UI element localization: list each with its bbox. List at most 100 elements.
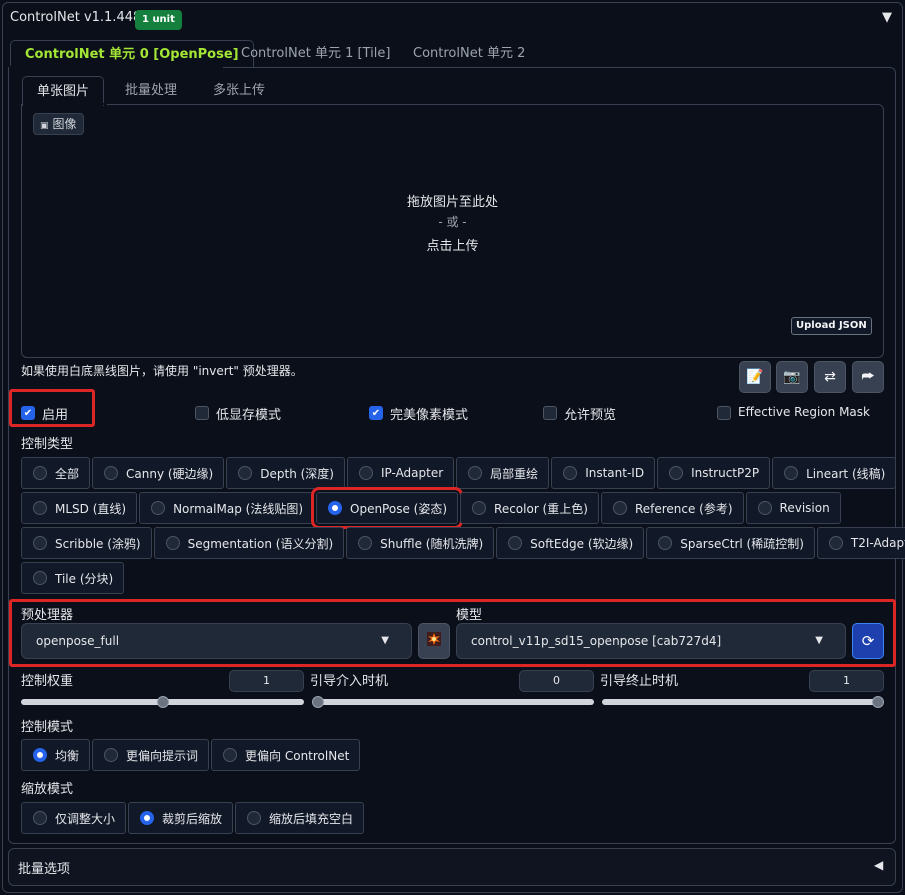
- radio-label: 缩放后填充空白: [269, 811, 354, 826]
- control-mode-option[interactable]: 更偏向 ControlNet: [211, 739, 361, 771]
- chevron-down-icon: ▼: [381, 635, 389, 646]
- tab-single-image[interactable]: 单张图片: [22, 76, 105, 106]
- control-type-option[interactable]: Canny (硬边缘): [92, 457, 225, 489]
- radio-label: Instant-ID: [585, 466, 645, 480]
- radio-indicator: [247, 811, 262, 825]
- click-upload-text[interactable]: 点击上传: [21, 235, 884, 254]
- batch-options-accordion[interactable]: [8, 848, 896, 886]
- panel-title[interactable]: ControlNet v1.1.448: [10, 10, 141, 25]
- control-type-option[interactable]: Revision: [745, 492, 841, 524]
- send-icon[interactable]: ⮫: [852, 361, 884, 393]
- tab-unit-0[interactable]: ControlNet 单元 0 [OpenPose]: [10, 40, 254, 67]
- caret-down-icon[interactable]: ▼: [882, 10, 892, 25]
- radio-label: 局部重绘: [490, 466, 539, 481]
- preprocessor-dropdown[interactable]: openpose_full ▼: [21, 623, 412, 659]
- preprocessor-value: openpose_full: [36, 634, 120, 648]
- control-type-label: 控制类型: [21, 437, 74, 452]
- control-type-option[interactable]: Recolor (重上色): [460, 492, 599, 524]
- tab-multi-upload[interactable]: 多张上传: [213, 76, 265, 106]
- control-mode-option[interactable]: 均衡: [21, 739, 91, 771]
- control-type-option[interactable]: IP-Adapter: [346, 457, 455, 489]
- radio-indicator: [757, 501, 772, 515]
- tab-unit-2[interactable]: ControlNet 单元 2: [413, 40, 525, 67]
- control-mode-label: 控制模式: [21, 720, 74, 735]
- resize-mode-radio-group: 仅调整大小 裁剪后缩放 缩放后填充空白: [21, 802, 365, 834]
- radio-label: IP-Adapter: [380, 466, 444, 480]
- start-step-label: 引导介入时机: [310, 674, 389, 689]
- image-icon: ▣: [40, 121, 49, 131]
- control-type-option[interactable]: T2I-Adapter: [816, 527, 905, 559]
- control-type-option[interactable]: SparseCtrl (稀疏控制): [646, 527, 815, 559]
- model-dropdown[interactable]: control_v11p_sd15_openpose [cab727d4] ▼: [456, 623, 846, 659]
- radio-label: InstructP2P: [691, 466, 760, 480]
- tab-batch[interactable]: 批量处理: [125, 76, 177, 106]
- image-label: ▣ 图像: [33, 113, 84, 135]
- radio-label: Depth (深度): [260, 466, 334, 481]
- end-step-input[interactable]: 1: [809, 670, 884, 692]
- explosion-icon: [426, 631, 442, 651]
- control-type-option[interactable]: Shuffle (随机洗牌): [346, 527, 495, 559]
- model-value: control_v11p_sd15_openpose [cab727d4]: [471, 634, 722, 648]
- resize-mode-option[interactable]: 缩放后填充空白: [235, 802, 365, 834]
- control-mode-radio-group: 均衡 更偏向提示词 更偏向 ControlNet: [21, 739, 361, 771]
- control-type-row: 全部 Canny (硬边缘) Depth (深度) IP-Adapter 局部重绘 Ins…: [21, 457, 897, 489]
- run-preprocessor-button[interactable]: [418, 623, 450, 659]
- radio-indicator: [33, 811, 47, 825]
- lowvram-label: 低显存模式: [216, 408, 282, 423]
- start-step-input[interactable]: 0: [519, 670, 594, 692]
- radio-indicator: [33, 466, 47, 480]
- edit-icon[interactable]: 📝: [739, 361, 771, 393]
- camera-icon[interactable]: 📷: [776, 361, 808, 393]
- control-mode-option[interactable]: 更偏向提示词: [92, 739, 210, 771]
- radio-indicator: [358, 536, 373, 550]
- control-type-option[interactable]: Reference (参考): [600, 492, 744, 524]
- invert-hint: 如果使用白底黑线图片，请使用 "invert" 预处理器。: [21, 364, 303, 378]
- region-mask-checkbox[interactable]: [717, 406, 731, 420]
- chevron-down-icon: ▼: [815, 635, 823, 646]
- radio-indicator: [468, 466, 483, 480]
- control-type-option[interactable]: NormalMap (法线贴图): [139, 492, 314, 524]
- caret-left-icon[interactable]: ◀: [874, 858, 883, 872]
- radio-label: Recolor (重上色): [494, 501, 588, 516]
- radio-indicator: [140, 811, 155, 825]
- radio-label: 全部: [55, 466, 80, 481]
- allow-preview-checkbox[interactable]: [543, 406, 557, 420]
- control-type-option[interactable]: Lineart (线稿): [772, 457, 897, 489]
- control-type-option[interactable]: Tile (分块): [21, 562, 125, 594]
- lowvram-checkbox[interactable]: [195, 406, 209, 420]
- control-type-option[interactable]: MLSD (直线): [21, 492, 138, 524]
- radio-label: Canny (硬边缘): [126, 466, 214, 481]
- drop-text: 拖放图片至此处: [406, 195, 498, 210]
- refresh-models-button[interactable]: ⟳: [852, 623, 884, 659]
- upload-json-button[interactable]: Upload JSON: [791, 317, 872, 335]
- weight-slider-thumb[interactable]: [157, 696, 169, 708]
- weight-input[interactable]: 1: [229, 670, 304, 692]
- end-step-slider[interactable]: [602, 699, 884, 705]
- control-type-option[interactable]: 全部: [21, 457, 91, 489]
- radio-label: MLSD (直线): [55, 501, 127, 516]
- control-type-option[interactable]: Scribble (涂鸦): [21, 527, 152, 559]
- control-type-option[interactable]: Instant-ID: [551, 457, 656, 489]
- radio-label: SparseCtrl (稀疏控制): [680, 536, 804, 551]
- start-step-slider[interactable]: [312, 699, 594, 705]
- radio-indicator: [151, 501, 166, 515]
- start-step-slider-thumb[interactable]: [312, 696, 324, 708]
- radio-indicator: [328, 501, 342, 515]
- control-type-option[interactable]: InstructP2P: [657, 457, 771, 489]
- enable-label: 启用: [42, 408, 69, 423]
- pixel-perfect-checkbox[interactable]: ✔: [369, 406, 383, 420]
- image-dropzone[interactable]: [21, 104, 884, 358]
- swap-icon[interactable]: ⇄: [814, 361, 846, 393]
- allow-preview-label: 允许预览: [564, 408, 617, 423]
- control-type-option[interactable]: Segmentation (语义分割): [153, 527, 345, 559]
- end-step-slider-thumb[interactable]: [872, 696, 884, 708]
- control-type-option[interactable]: Depth (深度): [226, 457, 345, 489]
- resize-mode-option[interactable]: 仅调整大小: [21, 802, 127, 834]
- radio-indicator: [165, 536, 180, 550]
- control-type-option[interactable]: SoftEdge (软边缘): [496, 527, 645, 559]
- control-type-option[interactable]: OpenPose (姿态): [310, 487, 464, 529]
- tab-unit-1[interactable]: ControlNet 单元 1 [Tile]: [241, 40, 390, 67]
- resize-mode-option[interactable]: 裁剪后缩放: [128, 802, 234, 834]
- enable-checkbox[interactable]: ✔: [21, 406, 35, 420]
- control-type-option[interactable]: 局部重绘: [456, 457, 550, 489]
